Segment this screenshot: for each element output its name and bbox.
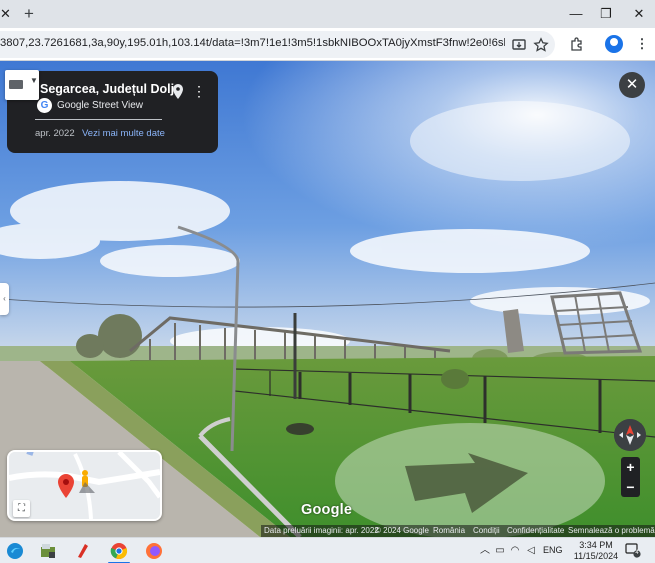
minimize-button[interactable]: — [565, 4, 587, 24]
bookmark-star-icon[interactable] [533, 37, 549, 53]
volume-icon[interactable]: ◁ [525, 544, 537, 557]
pin-icon[interactable] [171, 83, 185, 101]
keyboard-shortcuts-button[interactable]: ▼ [5, 70, 39, 100]
chevron-down-icon: ▼ [30, 76, 38, 85]
tray-overflow-icon[interactable]: ︿ [479, 544, 491, 557]
compass-icon[interactable] [614, 419, 646, 451]
file-manager-icon[interactable] [39, 542, 57, 560]
collapse-side-panel-button[interactable]: ‹ [0, 283, 9, 315]
address-bar[interactable]: 3807,23.7261681,3a,90y,195.01h,103.14t/d… [0, 31, 555, 58]
privacy-link[interactable]: Confidențialitate [507, 526, 564, 536]
wifi-icon[interactable]: ◠ [509, 544, 521, 557]
pen-app-icon[interactable] [74, 542, 92, 560]
tab-strip: ✕ + — ❐ ✕ [0, 0, 655, 28]
extensions-icon[interactable] [569, 36, 585, 52]
input-language[interactable]: ENG [543, 545, 563, 555]
battery-icon[interactable]: ▭ [494, 544, 506, 557]
street-view-panorama[interactable]: Segarcea, Județul Dolj G Google Street V… [0, 61, 655, 537]
zoom-control: + − [621, 457, 640, 497]
attribution-bar: Data preluării imaginii: apr. 2022 © 202… [261, 525, 655, 537]
imagery-source: Google Street View [57, 100, 143, 111]
report-problem-link[interactable]: Semnalează o problemă [568, 526, 655, 536]
maximize-button[interactable]: ❐ [595, 4, 617, 24]
google-watermark: Google [301, 502, 353, 518]
tab-close-button[interactable]: ✕ [0, 6, 11, 22]
chrome-icon[interactable] [110, 542, 128, 560]
imagery-date-text: Data preluării imaginii: apr. 2022 [264, 526, 379, 535]
google-logo-icon: G [37, 98, 52, 113]
windows-start-icon[interactable] [6, 542, 24, 560]
expand-icon[interactable]: ⛶ [13, 500, 30, 517]
install-app-icon[interactable] [511, 37, 527, 53]
notification-center-icon[interactable]: 4 [625, 543, 641, 558]
more-vert-icon[interactable]: ⋮ [192, 82, 206, 100]
window-close-button[interactable]: ✕ [628, 4, 650, 24]
region-link[interactable]: România [433, 526, 465, 536]
browser-menu-icon[interactable]: ⋮ [634, 36, 650, 52]
close-street-view-button[interactable]: ✕ [619, 72, 645, 98]
minimap-map[interactable] [9, 452, 160, 519]
new-tab-button[interactable]: + [20, 4, 38, 24]
terms-link[interactable]: Condiții [473, 526, 500, 536]
keyboard-icon [9, 80, 23, 89]
zoom-out-button[interactable]: − [621, 477, 640, 497]
copyright-text: © 2024 Google [375, 526, 429, 535]
capture-date: apr. 2022 [35, 128, 75, 139]
firefox-icon[interactable] [145, 542, 163, 560]
minimap[interactable]: ⛶ [7, 450, 162, 521]
browser-toolbar: 3807,23.7261681,3a,90y,195.01h,103.14t/d… [0, 28, 655, 61]
notification-count: 4 [635, 550, 639, 556]
profile-avatar[interactable] [605, 35, 623, 53]
url-text[interactable]: 3807,23.7261681,3a,90y,195.01h,103.14t/d… [0, 37, 505, 49]
card-divider [35, 119, 162, 120]
taskbar: ︿ ▭ ◠ ◁ ENG 3:34 PM 11/15/2024 4 [0, 537, 655, 563]
clock-time[interactable]: 3:34 PM [577, 540, 615, 550]
zoom-in-button[interactable]: + [621, 457, 640, 477]
see-more-dates-link[interactable]: Vezi mai multe date [82, 128, 165, 139]
clock-date[interactable]: 11/15/2024 [570, 551, 622, 561]
